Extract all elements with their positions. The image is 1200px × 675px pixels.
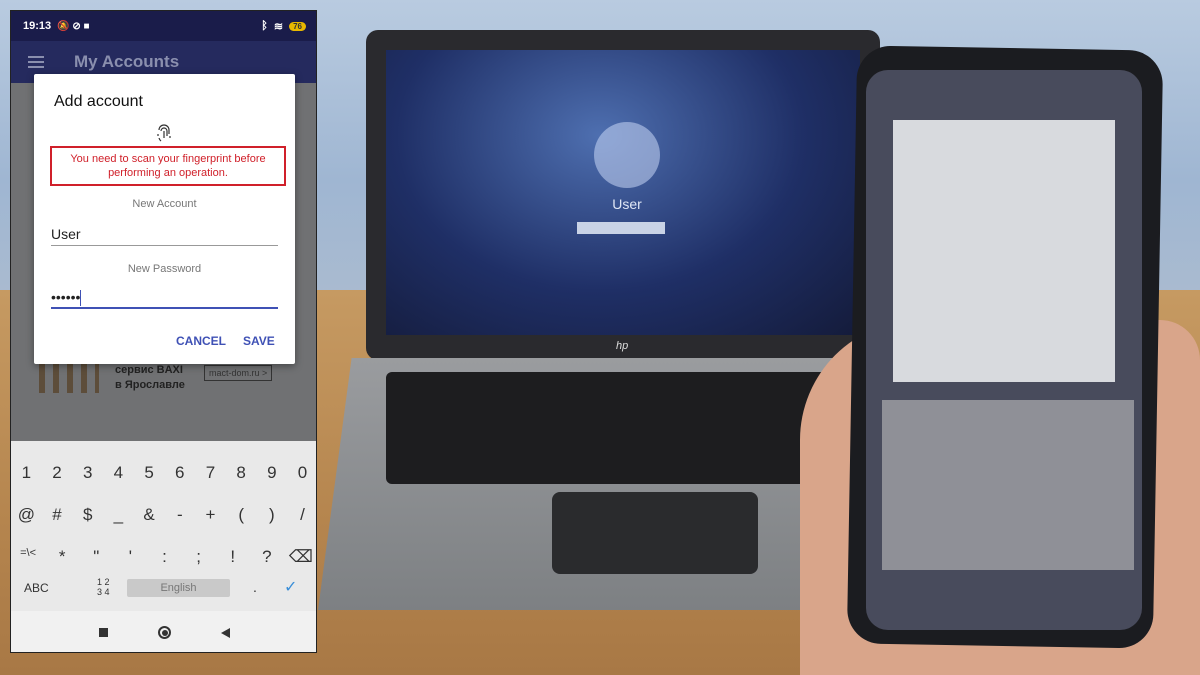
account-input[interactable]: User (51, 222, 278, 246)
key[interactable]: & (135, 505, 163, 525)
ad-link-button[interactable]: mact-dom.ru > (204, 365, 273, 381)
hamburger-menu-icon[interactable] (28, 56, 44, 68)
key[interactable]: =\< (14, 547, 42, 567)
laptop-password-field (577, 222, 665, 234)
key[interactable]: ? (253, 547, 281, 567)
key[interactable]: + (196, 505, 224, 525)
ad-line1: сервис BAXI (115, 364, 183, 376)
keyboard-row-symbols: @ # $ _ & - +() / (11, 505, 316, 525)
key[interactable]: ' (116, 547, 144, 567)
key[interactable]: 9 (258, 463, 286, 483)
nav-bar (11, 611, 316, 652)
hp-logo: hp (616, 340, 629, 352)
battery-icon: 76 (289, 21, 306, 31)
abc-key[interactable]: ABC (24, 581, 49, 595)
back-icon[interactable] (221, 627, 230, 638)
key[interactable]: @ (12, 505, 40, 525)
keyboard-row-numbers: 1234567890 (11, 463, 316, 483)
key[interactable]: ; (185, 547, 213, 567)
status-time: 19:13 (23, 20, 52, 32)
key[interactable]: 7 (196, 463, 224, 483)
notification-icons: 🔕 ⊘ ■ (57, 20, 90, 32)
recents-icon[interactable] (99, 628, 108, 637)
key[interactable]: 8 (227, 463, 255, 483)
key[interactable]: / (289, 505, 316, 525)
dialog-title: Add account (54, 93, 143, 110)
key[interactable]: 2 (43, 463, 71, 483)
user-avatar-icon (594, 122, 660, 188)
bluetooth-icon: ᛒ (261, 20, 268, 32)
key[interactable]: 0 (289, 463, 316, 483)
enter-key[interactable]: ✓ (284, 577, 297, 597)
laptop-touchpad (552, 492, 758, 574)
key[interactable]: $ (74, 505, 102, 525)
text-caret (80, 290, 82, 307)
ad-banner[interactable]: сервис BAXI в Ярославле (39, 363, 185, 393)
save-button[interactable]: SAVE (243, 334, 275, 348)
key[interactable]: 5 (135, 463, 163, 483)
laptop-keyboard (386, 372, 856, 484)
cancel-button[interactable]: CANCEL (176, 334, 226, 348)
key[interactable]: # (43, 505, 71, 525)
key[interactable]: 6 (166, 463, 194, 483)
phone-screenshot: 19:13 🔕 ⊘ ■ ᛒ ≋ 76 My Accounts сервис BA… (10, 10, 317, 653)
ad-image (39, 363, 99, 393)
laptop-user-label: User (612, 196, 642, 212)
laptop-login-screen (386, 50, 860, 335)
wifi-icon: ≋ (273, 20, 284, 33)
keyboard-row-symbols2: =\< * " ':;!? ⌫ (11, 547, 316, 567)
password-value: •••••• (51, 289, 81, 305)
key[interactable]: 3 (74, 463, 102, 483)
key[interactable]: - (166, 505, 194, 525)
key[interactable]: ) (258, 505, 286, 525)
add-account-dialog: Add account You need to scan your finger… (34, 74, 295, 364)
account-label: New Account (132, 198, 197, 210)
fingerprint-error-message: You need to scan your fingerprint before… (50, 146, 286, 186)
key[interactable]: * (48, 547, 76, 567)
home-icon[interactable] (158, 626, 171, 639)
ad-line2: в Ярославле (115, 379, 185, 391)
fingerprint-icon (157, 124, 171, 142)
key[interactable]: ! (219, 547, 247, 567)
key[interactable]: " (82, 547, 110, 567)
password-label: New Password (127, 263, 202, 275)
key[interactable]: ( (227, 505, 255, 525)
held-phone-keyboard (882, 400, 1134, 570)
key[interactable]: _ (104, 505, 132, 525)
key[interactable]: 1 (12, 463, 40, 483)
status-bar: 19:13 🔕 ⊘ ■ ᛒ ≋ 76 (11, 11, 316, 41)
space-key[interactable]: English (127, 579, 230, 597)
password-input[interactable]: •••••• (51, 285, 278, 309)
held-phone-dialog (893, 120, 1115, 382)
key[interactable]: : (150, 547, 178, 567)
period-key[interactable]: . (253, 579, 257, 595)
key[interactable]: ⌫ (287, 547, 315, 567)
app-title: My Accounts (74, 52, 180, 71)
soft-keyboard: 1234567890 @ # $ _ & - +() / =\< * " ':;!? ⌫ ABC 1 … (11, 441, 316, 611)
key[interactable]: 4 (104, 463, 132, 483)
numbers-key[interactable]: 1 2 3 4 (97, 577, 111, 597)
